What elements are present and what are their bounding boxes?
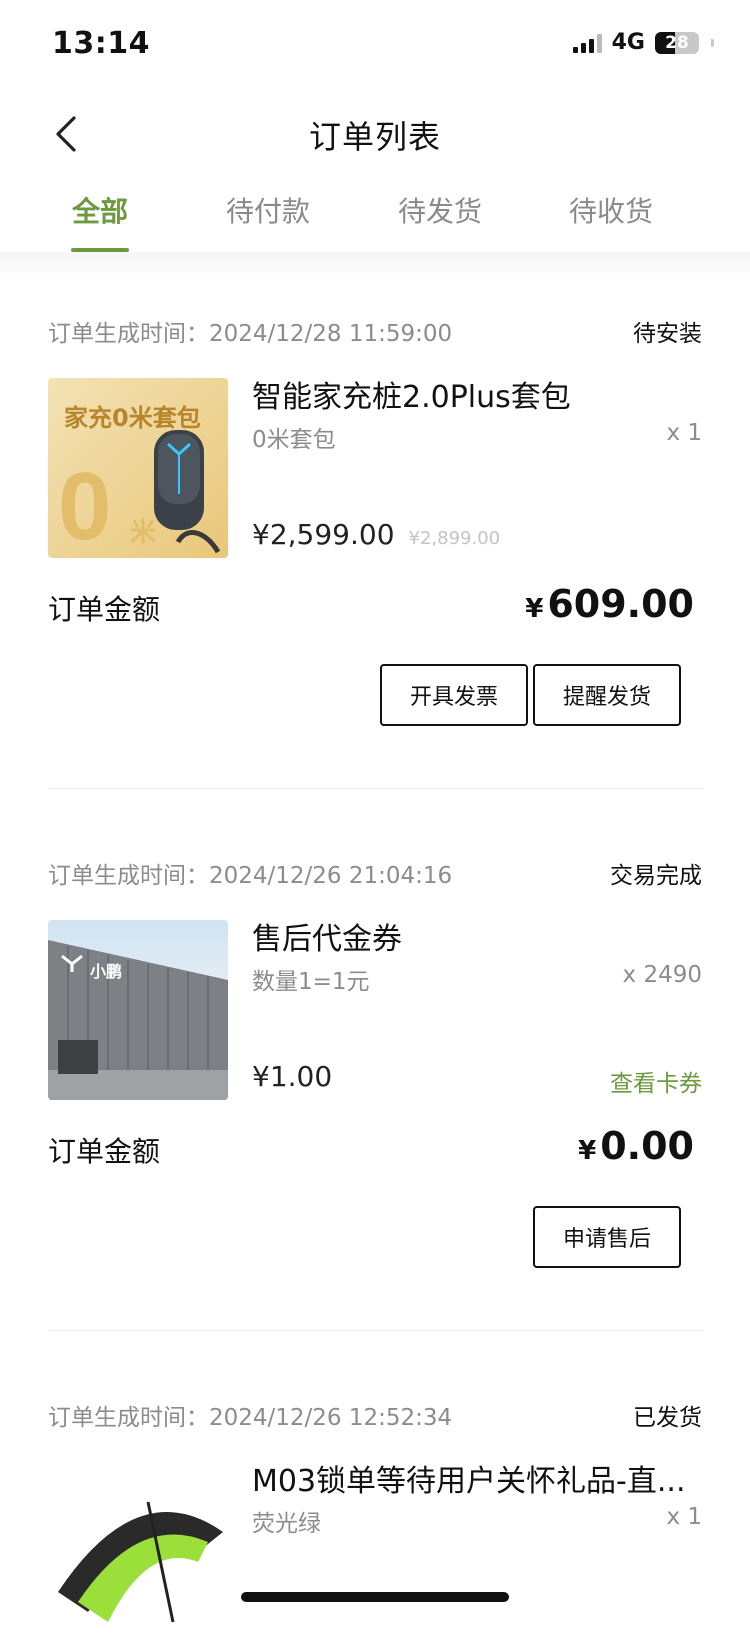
tab-all[interactable]: 全部 [40, 190, 160, 230]
product-name[interactable]: M03锁单等待用户关怀礼品-直... [252, 1456, 686, 1500]
status-bar: 13:14 4G 28 [0, 0, 750, 90]
order-amount-label: 订单金额 [48, 1135, 161, 1168]
brand-logo-text: 小鹏 [90, 962, 123, 981]
order-amount: ¥609.00 [525, 582, 694, 626]
product-image[interactable]: 家充0米套包 0 米 [48, 378, 228, 558]
product-image[interactable] [48, 1462, 228, 1642]
product-spec: 数量1=1元 [252, 969, 370, 995]
product-name[interactable]: 售后代金券 [252, 914, 402, 958]
signal-icon [572, 33, 602, 53]
apply-after-sales-button[interactable]: 申请售后 [533, 1206, 681, 1268]
network-type: 4G [611, 30, 645, 55]
order-status: 待安装 [633, 321, 702, 347]
order-amount-label: 订单金额 [48, 593, 161, 626]
umbrella-image [58, 1501, 223, 1623]
order-amount-value: 0.00 [600, 1124, 694, 1168]
product-spec: 荧光绿 [252, 1511, 321, 1537]
divider [48, 1330, 702, 1331]
order-amount: ¥0.00 [578, 1124, 694, 1168]
order-time: 订单生成时间：2024/12/26 12:52:34 [48, 1405, 453, 1431]
status-time: 13:14 [52, 26, 150, 61]
product-image[interactable]: 小鹏 [48, 920, 228, 1100]
building-image [48, 940, 228, 1100]
product-spec: 0米套包 [252, 427, 336, 453]
tab-pending-receipt[interactable]: 待收货 [551, 190, 671, 230]
battery-icon: 28 [655, 31, 699, 54]
product-quantity: x 2490 [622, 962, 702, 988]
original-price: ¥2,899.00 [408, 528, 501, 549]
product-quantity: x 1 [666, 420, 702, 446]
remind-shipment-button[interactable]: 提醒发货 [533, 664, 681, 726]
page-title: 订单列表 [308, 118, 441, 156]
product-price: ¥1.00 [252, 1060, 333, 1093]
tab-pending-payment[interactable]: 待付款 [208, 190, 328, 230]
product-price: ¥2,599.00 [252, 518, 395, 551]
order-status: 已发货 [633, 1405, 702, 1431]
order-amount-value: 609.00 [547, 582, 694, 626]
home-indicator [241, 1592, 509, 1602]
order-status: 交易完成 [610, 863, 702, 889]
product-name[interactable]: 智能家充桩2.0Plus套包 [252, 372, 571, 416]
status-indicators: 4G 28 [572, 30, 714, 55]
charger-icon [154, 430, 221, 554]
order-time: 订单生成时间：2024/12/28 11:59:00 [48, 321, 453, 347]
view-coupon-link[interactable]: 查看卡券 [610, 1064, 702, 1098]
nav-header: 订单列表 [0, 100, 750, 164]
tab-pending-shipment[interactable]: 待发货 [380, 190, 500, 230]
order-time: 订单生成时间：2024/12/26 21:04:16 [48, 863, 453, 889]
battery-level: 28 [665, 32, 689, 53]
product-quantity: x 1 [666, 1504, 702, 1530]
order-tabs: 全部 待付款 待发货 待收货 [0, 190, 750, 252]
product-price-row: ¥2,599.00 ¥2,899.00 [252, 518, 500, 551]
issue-invoice-button[interactable]: 开具发票 [380, 664, 528, 726]
divider [48, 788, 702, 789]
